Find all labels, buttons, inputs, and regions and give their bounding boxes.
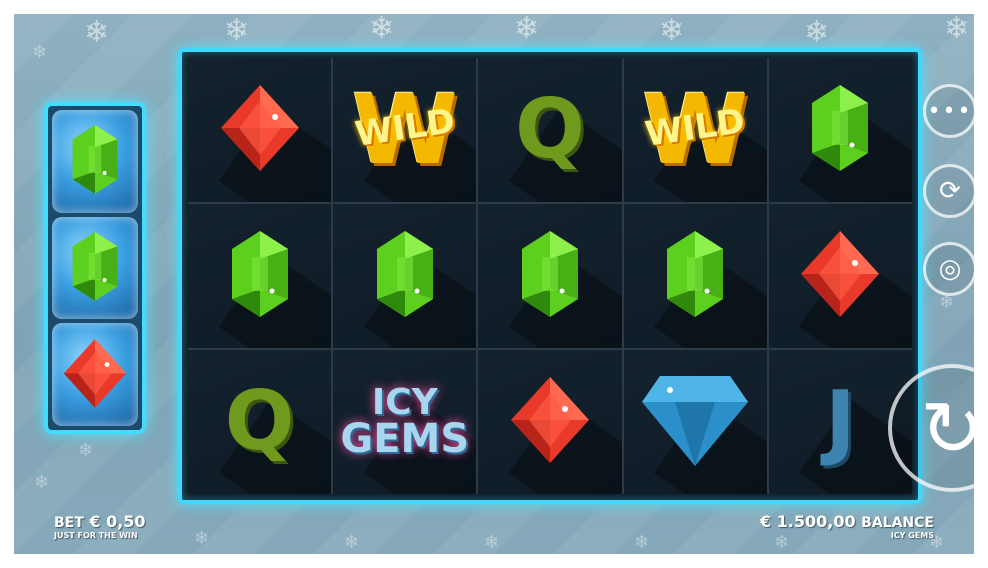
snowflake-icon: ❄: [484, 532, 500, 553]
red-gem-symbol: [219, 83, 301, 177]
green-gem-symbol: [71, 124, 119, 199]
reel-cell: [478, 204, 622, 348]
reel-cell: [188, 204, 332, 348]
green-gem-symbol: [665, 229, 725, 323]
bet-settings-button[interactable]: ◎: [923, 242, 974, 296]
reel-cell: W WILD: [333, 58, 477, 202]
snowflake-icon: ❄: [634, 532, 650, 553]
letter-q-symbol: Q: [515, 82, 585, 177]
snowflake-icon: ❄: [34, 472, 50, 493]
snowflake-icon: ❄: [344, 532, 360, 553]
snowflake-icon: ❄: [369, 14, 395, 46]
spin-arrow-icon: ↻: [920, 383, 974, 473]
balance-display: € 1.500,00 BALANCE: [760, 512, 934, 531]
bet-display[interactable]: BET € 0,50: [54, 512, 146, 531]
snowflake-icon: ❄: [194, 528, 210, 549]
bet-value: € 0,50: [89, 512, 146, 531]
red-gem-symbol: [799, 229, 881, 323]
letter-q-symbol: Q: [224, 374, 295, 469]
reel-cell: [768, 204, 912, 348]
reel-cell: W WILD: [623, 58, 767, 202]
game-name: ICY GEMS: [890, 531, 934, 540]
game-frame: ❄❄❄❄❄❄❄❄❄❄❄❄❄❄❄❄❄❄❄ WWILDQWWILDQICYGEMSJ…: [14, 14, 974, 554]
snowflake-icon: ❄: [224, 14, 250, 48]
snowflake-icon: ❄: [78, 440, 94, 461]
green-gem-symbol: [71, 230, 119, 305]
bet-label: BET: [54, 515, 84, 531]
reel-cell: [623, 350, 767, 494]
balance-label: BALANCE: [861, 515, 934, 531]
red-gem-symbol: [509, 375, 591, 469]
reel-area[interactable]: W WILD Q W WILD Q ICY GEMS J: [178, 48, 922, 504]
red-gem-symbol: [62, 337, 128, 412]
reel-cell: Q: [188, 350, 332, 494]
autoplay-button[interactable]: ⟳: [923, 164, 974, 218]
autoplay-icon: ⟳: [939, 176, 961, 206]
side-ice-reel: [44, 102, 146, 434]
chip-icon: ◎: [938, 254, 962, 284]
reel-cell: ICY GEMS: [333, 350, 477, 494]
snowflake-icon: ❄: [939, 292, 955, 313]
ice-block: [52, 216, 138, 320]
reel-cell: [188, 58, 332, 202]
icy-gems-scatter-symbol: ICY GEMS: [340, 384, 470, 463]
green-gem-symbol: [375, 229, 435, 323]
reel-cell: [623, 204, 767, 348]
snowflake-icon: ❄: [32, 42, 48, 63]
green-gem-symbol: [230, 229, 290, 323]
snowflake-icon: ❄: [774, 532, 790, 553]
reel-cell: [478, 350, 622, 494]
snowflake-icon: ❄: [659, 14, 685, 48]
reel-cell: [333, 204, 477, 348]
ellipsis-icon: •••: [927, 98, 973, 124]
snowflake-icon: ❄: [514, 14, 540, 46]
logo-line-2: GEMS: [340, 416, 470, 463]
ice-block: [52, 110, 138, 213]
symbol-grid: W WILD Q W WILD Q ICY GEMS J: [188, 58, 912, 494]
ice-block: [52, 323, 138, 427]
snowflake-icon: ❄: [944, 14, 970, 46]
snowflake-icon: ❄: [804, 15, 830, 50]
balance-value: € 1.500,00: [759, 512, 856, 531]
green-gem-symbol: [520, 229, 580, 323]
green-gem-symbol: [810, 83, 870, 177]
reel-cell: Q: [478, 58, 622, 202]
snowflake-icon: ❄: [84, 15, 110, 50]
letter-j-symbol: J: [825, 374, 856, 469]
menu-button[interactable]: •••: [923, 84, 974, 138]
provider-name: JUST FOR THE WIN: [54, 531, 138, 540]
reel-cell: [768, 58, 912, 202]
blue-diamond-symbol: [640, 372, 750, 472]
